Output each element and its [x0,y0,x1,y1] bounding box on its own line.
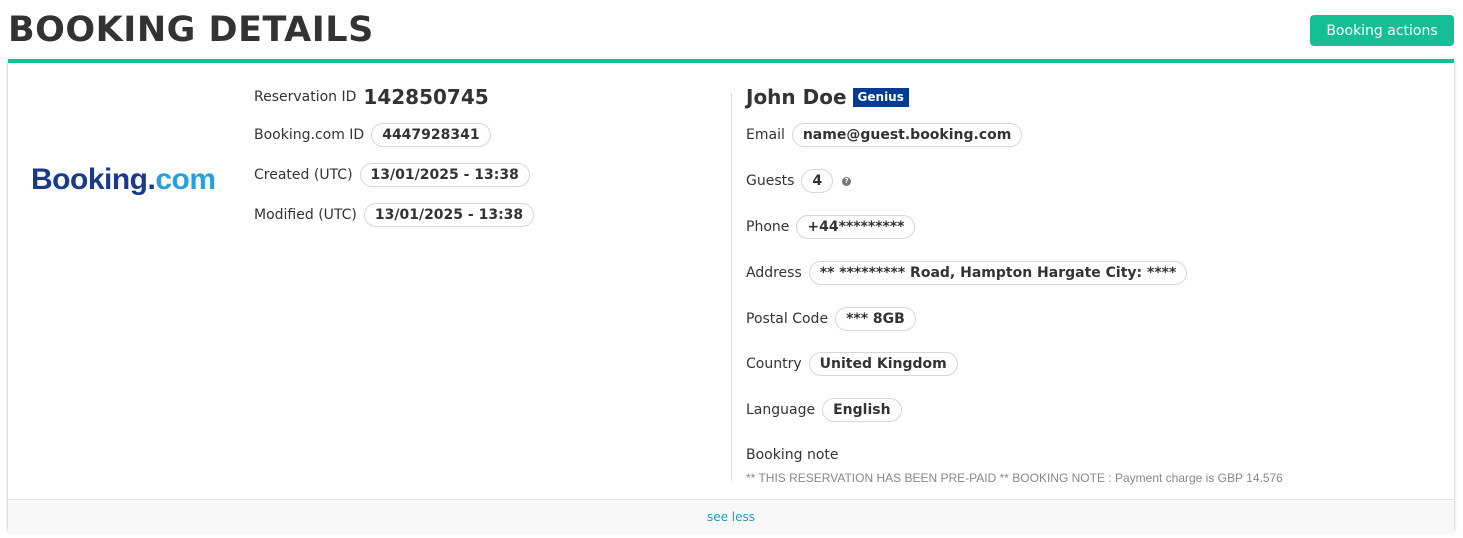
modified-label: Modified (UTC) [254,207,357,223]
booking-id-label: Booking.com ID [254,127,365,143]
country-row: Country United Kingdom [746,352,958,376]
booking-id-row: Booking.com ID 4447928341 [254,123,491,147]
question-icon[interactable]: ? [842,176,852,186]
language-value: English [822,398,902,422]
genius-badge: Genius [852,87,909,107]
address-row: Address ** ********* Road, Hampton Harga… [746,261,1188,285]
postal-code-label: Postal Code [746,311,829,327]
booking-details-card: Booking.com Reservation ID 142850745 Boo… [8,59,1454,534]
guest-name-row: John Doe Genius [746,85,909,109]
page-title: BOOKING DETAILS [8,10,374,50]
language-label: Language [746,402,816,418]
guests-value: 4 [801,169,834,193]
card-footer: see less [8,499,1454,534]
created-value: 13/01/2025 - 13:38 [359,163,530,187]
phone-row: Phone +44********* [746,215,916,239]
country-label: Country [746,356,802,372]
booking-id-value: 4447928341 [371,123,491,147]
phone-label: Phone [746,219,790,235]
guest-name: John Doe [746,85,847,109]
booking-com-logo: Booking.com [31,163,216,196]
created-row: Created (UTC) 13/01/2025 - 13:38 [254,163,530,187]
email-label: Email [746,127,785,143]
phone-value: +44********* [796,215,916,239]
address-label: Address [746,265,802,281]
guests-label: Guests [746,173,795,189]
created-label: Created (UTC) [254,167,353,183]
modified-value: 13/01/2025 - 13:38 [363,203,535,227]
address-value: ** ********* Road, Hampton Hargate City:… [808,261,1188,285]
see-less-link[interactable]: see less [707,510,755,524]
postal-code-row: Postal Code *** 8GB [746,307,916,331]
postal-code-value: *** 8GB [835,307,916,331]
column-divider [731,93,732,481]
country-value: United Kingdom [808,352,958,376]
booking-actions-button[interactable]: Booking actions [1310,15,1454,46]
email-value: name@guest.booking.com [791,123,1023,147]
reservation-id-row: Reservation ID 142850745 [254,85,489,109]
booking-note-label: Booking note [746,447,839,463]
booking-note-text: ** THIS RESERVATION HAS BEEN PRE-PAID **… [746,471,1283,485]
modified-row: Modified (UTC) 13/01/2025 - 13:38 [254,203,535,227]
language-row: Language English [746,398,902,422]
guests-row: Guests 4 ? [746,169,852,193]
reservation-id-value: 142850745 [363,85,489,109]
reservation-id-label: Reservation ID [254,89,357,105]
email-row: Email name@guest.booking.com [746,123,1023,147]
